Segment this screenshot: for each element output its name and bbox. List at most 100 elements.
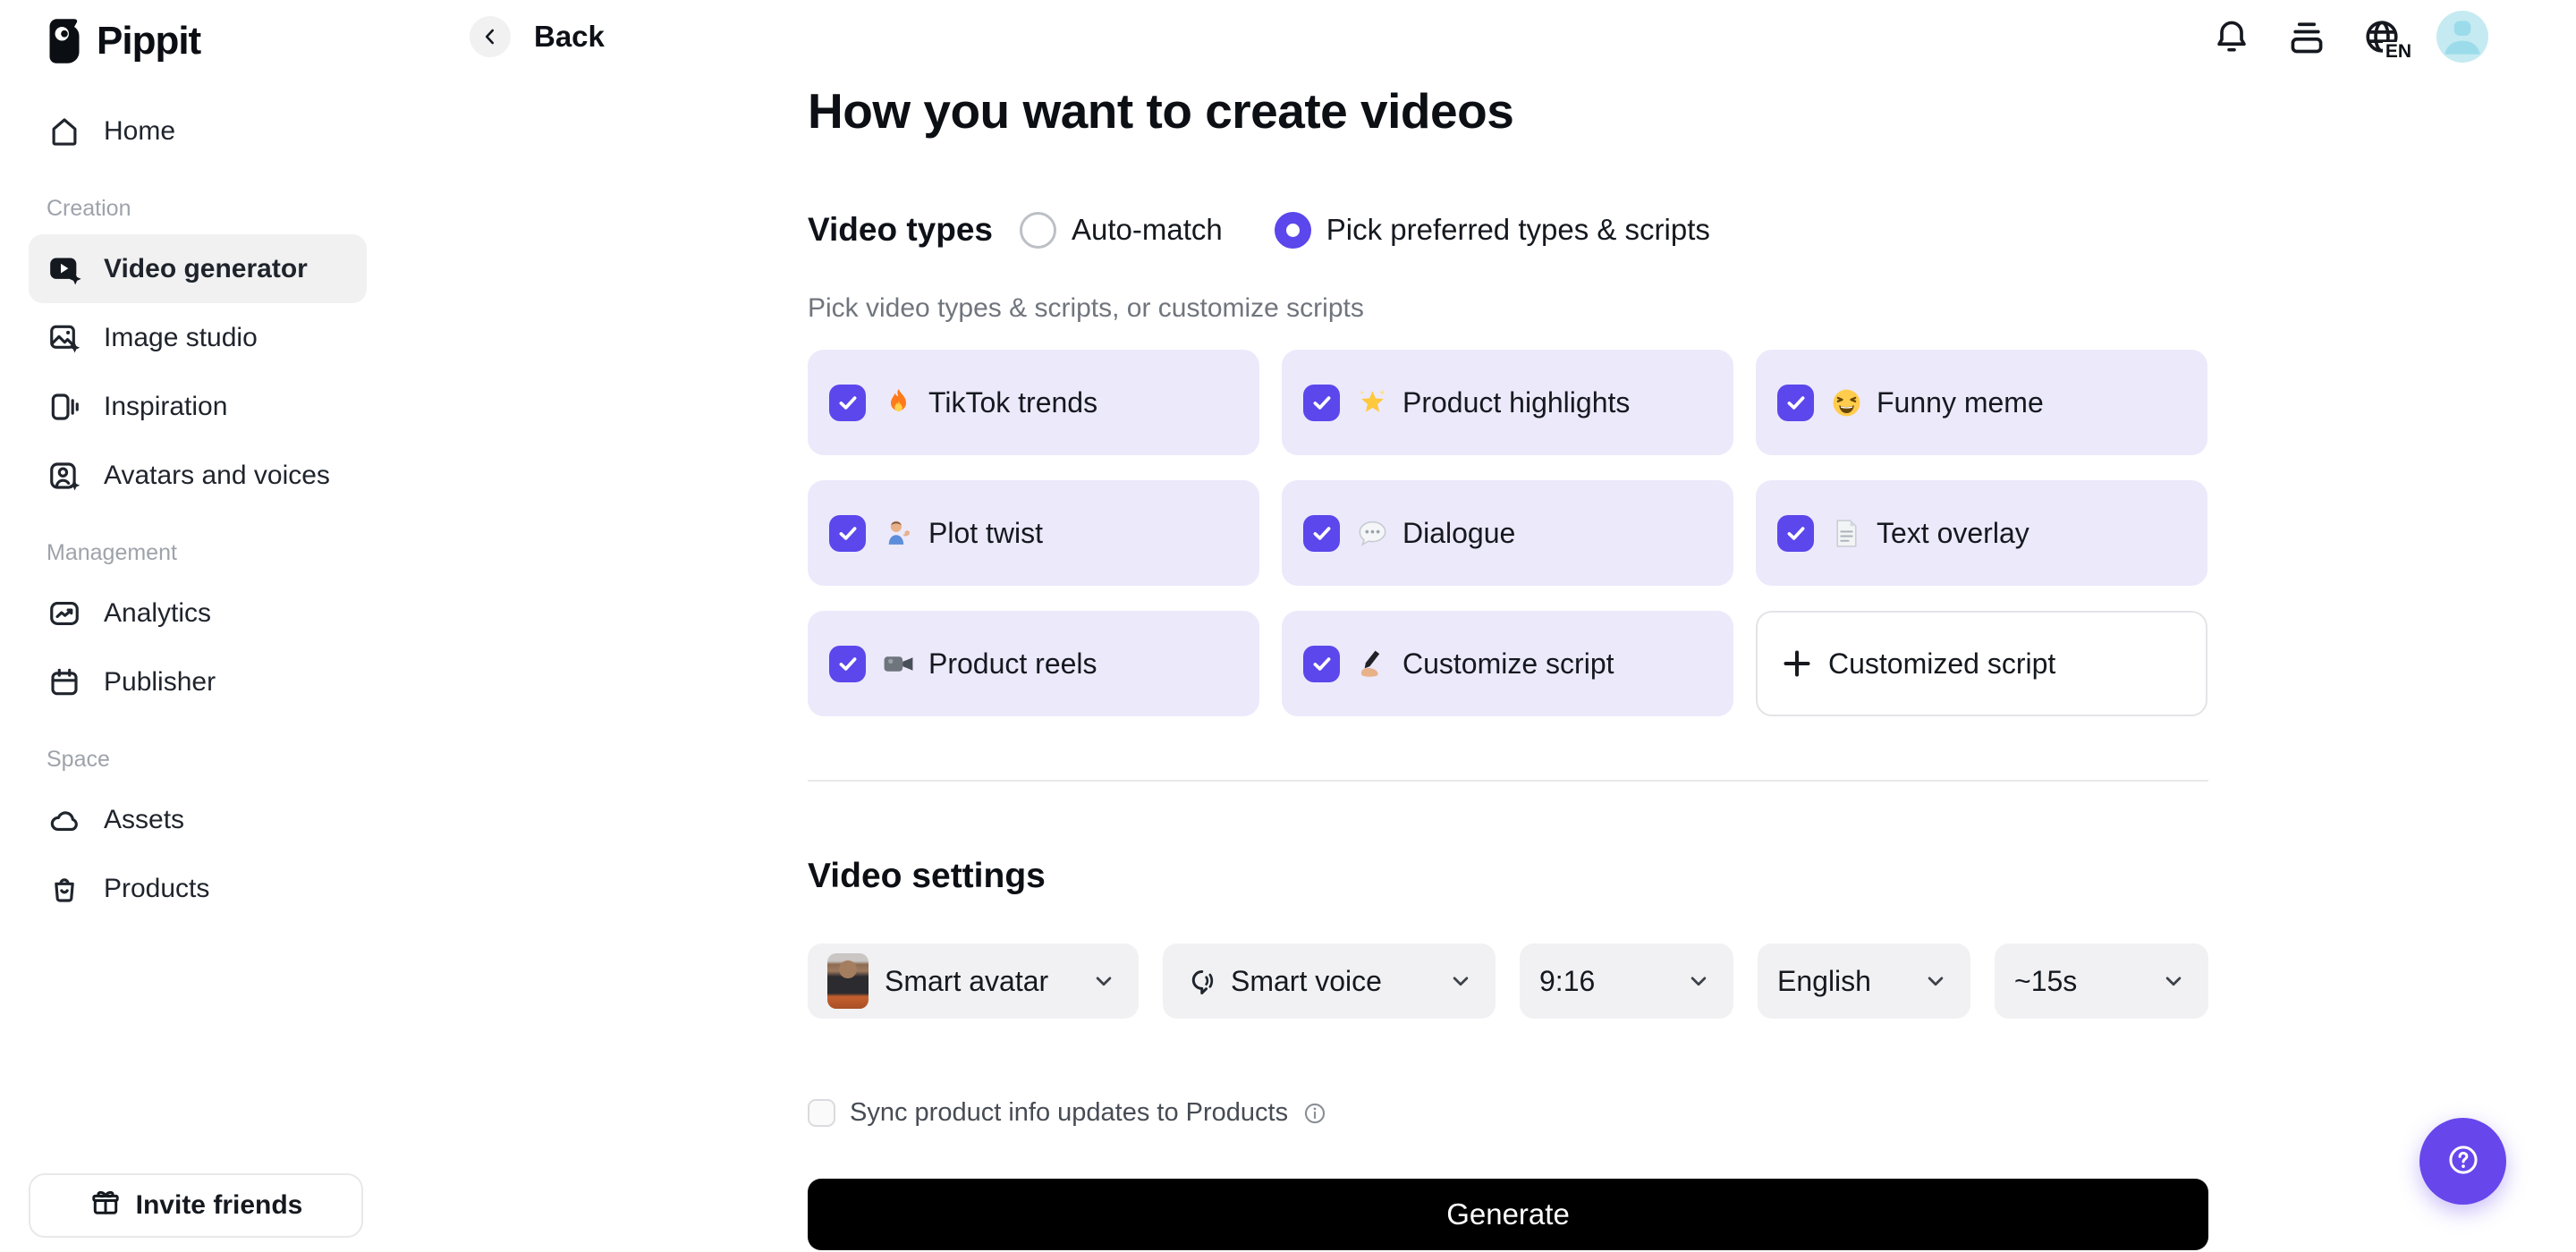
radio-circle[interactable] — [1274, 211, 1311, 249]
language-label: EN — [2382, 42, 2411, 61]
radio-label: Auto-match — [1072, 213, 1223, 246]
dropdown-value: English — [1777, 964, 1871, 997]
back-button[interactable]: Back — [470, 16, 605, 57]
video-type-label: Customize script — [1402, 647, 1614, 680]
video-types-row: Video types Auto-match Pick preferred typ… — [808, 202, 2208, 258]
writing-hand-emoji — [1355, 647, 1389, 681]
video-type-label: Plot twist — [928, 516, 1044, 549]
sidebar-item-image-studio[interactable]: Image studio — [29, 303, 367, 372]
video-type-card-product-highlights[interactable]: Product highlights — [1282, 350, 1733, 455]
info-icon[interactable] — [1302, 1101, 1327, 1126]
sidebar-item-assets[interactable]: Assets — [29, 785, 367, 854]
video-type-label: Text overlay — [1877, 516, 2029, 549]
dropdown-15s[interactable]: ~15s — [1995, 943, 2208, 1019]
radio-circle[interactable] — [1020, 211, 1056, 249]
publisher-icon — [47, 664, 82, 700]
help-button[interactable] — [2419, 1118, 2506, 1205]
video-type-card-funny-meme[interactable]: Funny meme — [1756, 350, 2207, 455]
brand-logo[interactable]: Pippit — [45, 18, 394, 64]
video-type-card-customize-script[interactable]: Customize script — [1282, 611, 1733, 716]
section-divider — [808, 780, 2208, 782]
generate-button[interactable]: Generate — [808, 1179, 2208, 1250]
laughing-emoji — [1829, 385, 1863, 419]
sidebar-item-video-generator[interactable]: Video generator — [29, 234, 367, 303]
avatar-thumbnail — [827, 953, 869, 1009]
dropdown-english[interactable]: English — [1758, 943, 1970, 1019]
question-mark-icon — [2440, 1137, 2487, 1186]
video-type-label: Customized script — [1828, 647, 2056, 680]
analytics-icon — [47, 596, 82, 631]
glowing-star-emoji — [1355, 385, 1389, 419]
sidebar-nav: Home Creation Video generator Image studio I… — [29, 97, 367, 923]
add-custom-script-card[interactable]: Customized script — [1756, 611, 2207, 716]
dropdown-smart-voice[interactable]: Smart voice — [1163, 943, 1496, 1019]
speech-balloon-emoji — [1355, 516, 1389, 550]
sidebar-item-products[interactable]: Products — [29, 854, 367, 923]
fire-emoji — [881, 385, 915, 419]
checkbox-product-highlights[interactable] — [1303, 384, 1340, 421]
brand-name: Pippit — [97, 19, 201, 63]
plus-icon — [1779, 646, 1815, 681]
checkbox-funny-meme[interactable] — [1777, 384, 1814, 421]
video-type-card-text-overlay[interactable]: Text overlay — [1756, 480, 2207, 586]
sync-checkbox[interactable] — [808, 1099, 835, 1127]
sidebar: Pippit Home Creation Video generator Image … — [0, 0, 394, 1252]
video-type-card-dialogue[interactable]: Dialogue — [1282, 480, 1733, 586]
checkbox-plot-twist[interactable] — [829, 514, 866, 552]
assets-icon — [47, 802, 82, 838]
invite-friends-button[interactable]: Invite friends — [29, 1173, 363, 1238]
invite-friends-label: Invite friends — [135, 1190, 303, 1220]
video-types-helper: Pick video types & scripts, or customize… — [808, 293, 1364, 323]
app-root: Pippit Home Creation Video generator Image … — [0, 0, 2576, 1252]
sidebar-item-inspiration[interactable]: Inspiration — [29, 372, 367, 441]
dropdown-value: 9:16 — [1539, 964, 1596, 997]
chevron-down-icon — [1090, 968, 1117, 994]
user-avatar[interactable] — [2436, 11, 2488, 63]
checkbox-product-reels[interactable] — [829, 645, 866, 682]
page-title: How you want to create videos — [808, 83, 1514, 139]
dropdown-value: ~15s — [2014, 964, 2078, 997]
language-globe-icon[interactable]: EN — [2361, 16, 2411, 61]
chevron-down-icon — [2160, 968, 2187, 994]
pippit-logo-icon — [45, 19, 84, 63]
video-type-card-tiktok-trends[interactable]: TikTok trends — [808, 350, 1259, 455]
checkbox-customize-script[interactable] — [1303, 645, 1340, 682]
image-studio-icon — [47, 320, 82, 356]
dropdown-value: Smart avatar — [885, 964, 1049, 997]
checkbox-text-overlay[interactable] — [1777, 514, 1814, 552]
sidebar-item-analytics[interactable]: Analytics — [29, 579, 367, 647]
sidebar-item-label: Publisher — [104, 666, 216, 697]
video-type-card-product-reels[interactable]: Product reels — [808, 611, 1259, 716]
dropdown-value: Smart voice — [1231, 964, 1382, 997]
video-type-card-plot-twist[interactable]: Plot twist — [808, 480, 1259, 586]
sidebar-item-home[interactable]: Home — [29, 97, 367, 165]
chevron-down-icon — [1922, 968, 1949, 994]
video-types-label: Video types — [808, 211, 994, 248]
video-type-label: Product reels — [928, 647, 1097, 680]
sync-products-row: Sync product info updates to Products — [808, 1098, 1327, 1128]
checkbox-dialogue[interactable] — [1303, 514, 1340, 552]
sidebar-item-label: Video generator — [104, 253, 308, 283]
stack-icon[interactable] — [2286, 16, 2327, 57]
chevron-down-icon — [1447, 968, 1474, 994]
video-type-label: TikTok trends — [928, 385, 1098, 419]
sidebar-item-publisher[interactable]: Publisher — [29, 647, 367, 716]
dropdown-smart-avatar[interactable]: Smart avatar — [808, 943, 1139, 1019]
main-content: How you want to create videos Video type… — [808, 0, 2208, 1252]
checkbox-tiktok-trends[interactable] — [829, 384, 866, 421]
sidebar-item-avatars-and-voices[interactable]: Avatars and voices — [29, 441, 367, 510]
chevron-left-icon — [470, 16, 511, 57]
dropdown-9-16[interactable]: 9:16 — [1520, 943, 1733, 1019]
radio-pick-preferred-types-scripts[interactable]: Pick preferred types & scripts — [1274, 211, 1710, 249]
sidebar-item-label: Analytics — [104, 597, 212, 628]
products-icon — [47, 871, 82, 907]
radio-auto-match[interactable]: Auto-match — [1020, 211, 1223, 249]
sidebar-item-label: Inspiration — [104, 391, 228, 421]
voice-icon — [1182, 965, 1215, 997]
avatars-voices-icon — [47, 458, 82, 494]
gift-icon — [89, 1186, 122, 1225]
notification-bell-icon[interactable] — [2211, 16, 2252, 57]
person-tipping-hand-emoji — [881, 516, 915, 550]
inspiration-icon — [47, 389, 82, 425]
sidebar-item-label: Products — [104, 873, 210, 903]
